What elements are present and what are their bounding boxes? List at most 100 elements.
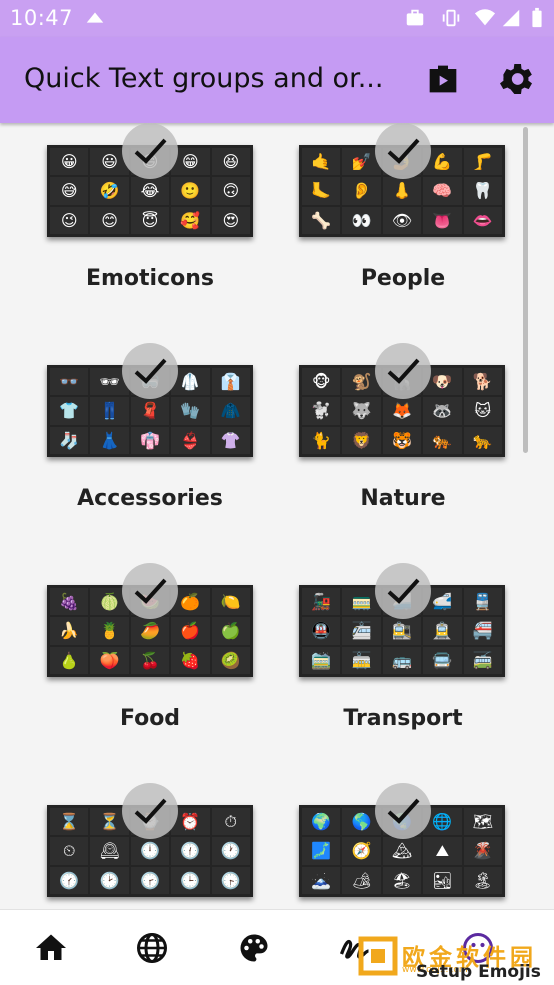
status-bar: 10:47	[0, 0, 554, 37]
checkmark-icon	[122, 343, 178, 399]
emoji-cell: 🧠	[423, 177, 462, 205]
emoji-cell: 🍇	[50, 588, 89, 616]
emoji-cell: ⏱	[211, 808, 250, 836]
emoji-cell: 🕑	[90, 866, 129, 894]
emoji-cell: 👄	[463, 206, 502, 234]
group-label: Nature	[360, 486, 446, 511]
wifi-icon	[474, 9, 496, 26]
emoji-cell: 🚆	[463, 588, 502, 616]
checkmark-icon	[375, 563, 431, 619]
emoji-cell: 👓	[50, 368, 89, 396]
emoji-cell: 🚎	[463, 646, 502, 674]
checkmark-icon	[122, 563, 178, 619]
emoji-cell: 🦴	[302, 206, 341, 234]
group-label: Food	[119, 706, 181, 731]
emoji-cell: 🕜	[50, 866, 89, 894]
emoji-cell: 🐕	[463, 368, 502, 396]
group-label: People	[360, 266, 446, 291]
emoji-cell: 🐈	[302, 426, 341, 454]
emoji-cell: 😉	[50, 206, 89, 234]
emoji-cell: 🤣	[90, 177, 129, 205]
page-title: Quick Text groups and or...	[24, 63, 384, 94]
emoji-cell: 🚌	[382, 646, 422, 674]
emoji-cell: 👖	[90, 397, 129, 425]
emoji-cell: 🧦	[50, 426, 89, 454]
checkmark-icon	[375, 123, 431, 179]
group-label: Accessories	[77, 486, 223, 511]
emoji-cell: 🚍	[423, 646, 462, 674]
emoji-cell: 🚊	[423, 617, 462, 645]
emoji-cell: 🍐	[50, 646, 89, 674]
status-time: 10:47	[10, 6, 74, 30]
emoji-cell: 🦝	[423, 397, 462, 425]
emoji-cell: 🐆	[463, 426, 502, 454]
signal-icon	[502, 9, 520, 27]
groups-list[interactable]: 😀 😃 😄 😁 😆 😅 🤣 😂 🙂 🙃 😉 😊 😇 🥰 😍 Emoticons 🤙 💅 🤳 💪 🦵 🦶 👂 👃 🧠 🦷 🦴 👀 👁 👅…	[0, 123, 554, 909]
emoji-cell: 🚋	[342, 646, 381, 674]
emoji-cell: 🙂	[171, 177, 210, 205]
checkmark-icon	[122, 783, 178, 839]
emoji-cell: 👅	[423, 206, 462, 234]
emoji-cell: 🚇	[302, 617, 341, 645]
emoji-cell: 🕒	[171, 866, 210, 894]
android-icon	[86, 12, 104, 23]
emoji-cell: 🙃	[211, 177, 250, 205]
checkmark-icon	[375, 783, 431, 839]
group-label: Emoticons	[85, 266, 215, 291]
setup-emojis-label[interactable]: Setup Emojis	[416, 962, 541, 982]
emoji-cell: 🌍	[302, 808, 341, 836]
emoji-cell: 🥰	[171, 206, 210, 234]
emoji-cell: 😅	[50, 177, 89, 205]
emoji-cell: 👚	[211, 426, 250, 454]
emoji-cell: 🐅	[423, 426, 462, 454]
store-icon[interactable]	[423, 59, 463, 99]
emoji-cell: 🧣	[130, 397, 170, 425]
emoji-cell: 🕰	[90, 837, 129, 865]
emoji-cell: 🥭	[130, 617, 170, 645]
emoji-cell: 🍍	[90, 617, 129, 645]
emoji-cell: 🕝	[130, 866, 170, 894]
vibrate-icon	[442, 9, 460, 27]
scrollbar[interactable]	[523, 127, 528, 453]
emoji-cell: 👔	[211, 368, 250, 396]
emoji-cell: 🍋	[211, 588, 250, 616]
emoji-cell: 🏕	[342, 866, 381, 894]
emoji-cell: 🌋	[463, 837, 502, 865]
emoji-cell: 🚝	[463, 617, 502, 645]
globe-icon[interactable]	[134, 930, 170, 966]
emoji-cell: 🐺	[342, 397, 381, 425]
emoji-cell: 🍏	[211, 617, 250, 645]
app-bar: Quick Text groups and or...	[0, 37, 554, 123]
emoji-cell: 🍑	[90, 646, 129, 674]
emoji-cell: 🦁	[342, 426, 381, 454]
emoji-cell: 🚞	[302, 646, 341, 674]
emoji-cell: 🐱	[463, 397, 502, 425]
emoji-cell: 😀	[50, 148, 89, 176]
emoji-cell: 🏜	[423, 866, 462, 894]
emoji-cell: 👗	[90, 426, 129, 454]
emoji-cell: 🐯	[382, 426, 422, 454]
emoji-cell: 🥝	[211, 646, 250, 674]
emoji-cell: 👕	[50, 397, 89, 425]
emoji-cell: 🗺	[463, 808, 502, 836]
emoji-cell: 😍	[211, 206, 250, 234]
emoji-cell: 🍎	[171, 617, 210, 645]
emoji-cell: 🐵	[302, 368, 341, 396]
emoji-cell: 🗻	[302, 866, 341, 894]
emoji-cell: 🧭	[342, 837, 381, 865]
emoji-cell: 👁	[382, 206, 422, 234]
emoji-cell: ⏲	[50, 837, 89, 865]
emoji-cell: 🍌	[50, 617, 89, 645]
palette-icon[interactable]	[236, 930, 272, 966]
emoji-cell: 🦵	[463, 148, 502, 176]
emoji-cell: 😆	[211, 148, 250, 176]
emoji-cell: 👙	[171, 426, 210, 454]
emoji-cell: 🚉	[382, 617, 422, 645]
emoji-cell: 🕧	[171, 837, 210, 865]
battery-icon	[532, 7, 542, 28]
watermark-logo-icon	[358, 936, 398, 976]
emoji-cell: 🦶	[302, 177, 341, 205]
gear-icon[interactable]	[496, 59, 536, 99]
emoji-cell: 🐩	[302, 397, 341, 425]
home-icon[interactable]	[33, 930, 69, 966]
